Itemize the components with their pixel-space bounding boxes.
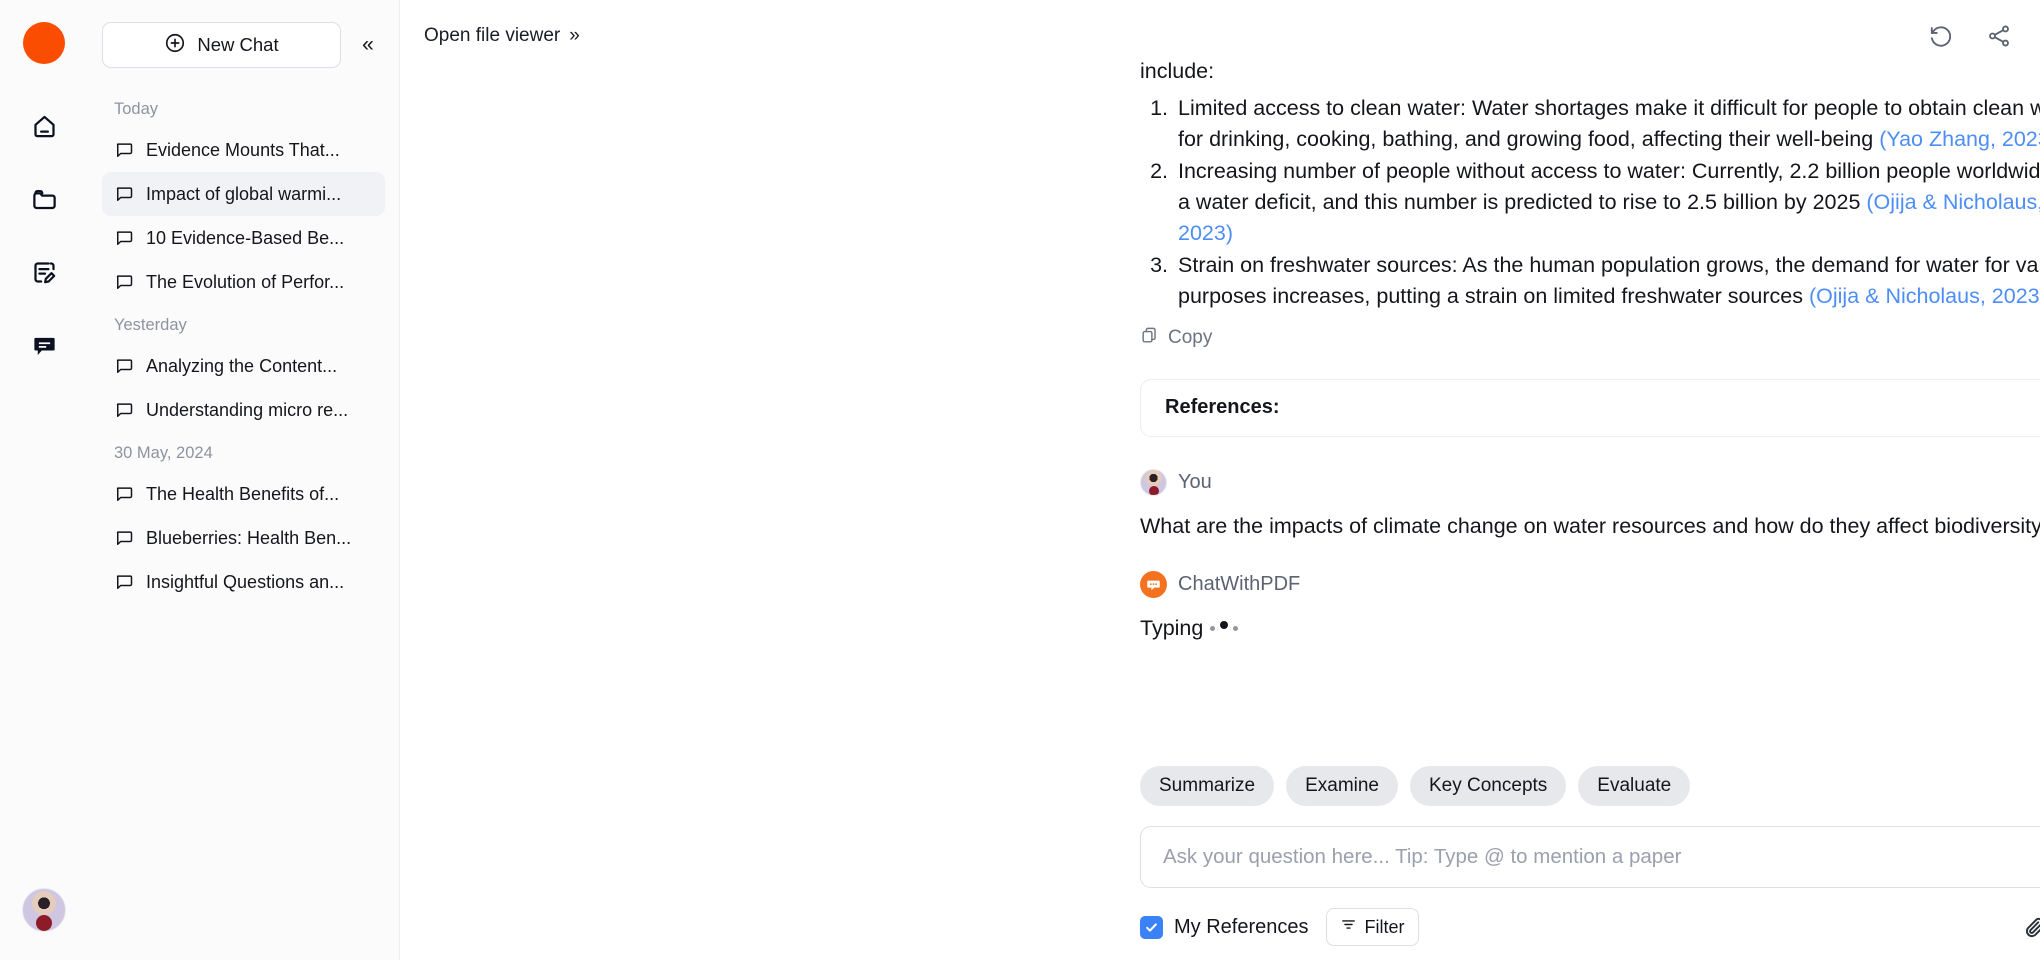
assistant-pending-header: ChatWithPDF [1140,570,2040,598]
chat-transcript: include: Limited access to clean water: … [1140,56,2040,641]
sidebar-item-label: The Health Benefits of... [146,483,340,504]
composer-options: My References Filter [1140,908,2040,946]
chatwithpdf-logo-icon [1140,570,1167,598]
rail-item-notes[interactable] [21,252,67,298]
references-accordion[interactable]: References: [1140,378,2040,437]
open-file-viewer-button[interactable]: Open file viewer » [424,25,580,47]
suggestion-chip[interactable]: Examine [1286,766,1398,806]
assistant-message-author: ChatWithPDF [1178,572,1301,595]
suggestion-chip[interactable]: Summarize [1140,766,1275,806]
chat-bubble-icon [114,228,134,248]
sidebar-item-label: 10 Evidence-Based Be... [146,227,345,248]
chat-bubble-icon [114,272,134,292]
app-root: New Chat « Today Evidence Mounts That... I… [0,0,2040,960]
citation-link[interactable]: (Ojija & Nicholaus, 2023) [1809,284,2040,308]
chat-bubble-icon [114,572,134,592]
sidebar-item-label: Evidence Mounts That... [146,139,340,160]
sidebar-header: New Chat « [102,0,385,88]
chevron-double-right-icon: » [569,25,580,46]
sidebar-item-conversation[interactable]: Impact of global warmi... [102,172,385,216]
chat-bubble-icon [114,140,134,160]
open-file-viewer-label: Open file viewer [424,25,561,46]
assistant-answer-item: Limited access to clean water: Water sho… [1174,93,2040,155]
rail-item-chat[interactable] [21,325,67,371]
question-input-wrapper[interactable] [1140,826,2040,888]
user-avatar[interactable] [22,888,66,932]
copy-button[interactable]: Copy [1140,326,2040,351]
sidebar-item-label: Insightful Questions an... [146,571,345,592]
main-panel: Open file viewer » include: 1. Limited a… [400,0,2040,960]
sidebar-group-label: Yesterday [114,316,187,334]
sidebar-item-conversation[interactable]: Understanding micro re... [102,388,385,432]
assistant-answer-list: Limited access to clean water: Water sho… [1140,93,2040,312]
chevron-double-left-icon: « [362,33,374,56]
sidebar-item-conversation[interactable]: Blueberries: Health Ben... [102,516,385,560]
question-input[interactable] [1163,845,2038,869]
chat-bubble-icon [114,400,134,420]
suggestion-chip[interactable]: Key Concepts [1410,766,1567,806]
citation-link[interactable]: (Yao Zhang, 2023) [1879,127,2040,151]
sidebar-item-conversation[interactable]: The Evolution of Perfor... [102,260,385,304]
folder-icon [31,186,58,218]
my-references-label: My References [1174,915,1309,938]
sidebar-item-conversation[interactable]: Evidence Mounts That... [102,128,385,172]
suggestion-chips: Summarize Examine Key Concepts Evaluate [1140,766,2040,806]
filter-icon [1340,916,1357,938]
typing-label: Typing [1140,615,1204,640]
new-chat-label: New Chat [197,34,279,55]
composer-actions [2022,914,2040,940]
copy-icon [1140,326,1159,351]
new-chat-button[interactable]: New Chat [102,22,341,68]
typing-indicator: Typing [1140,616,2040,641]
assistant-answer-item: Increasing number of people without acce… [1174,156,2040,249]
typing-dots-icon [1210,621,1239,635]
chat-bubble-icon [114,184,134,204]
chat-icon [31,332,58,364]
plus-circle-icon [164,32,186,59]
home-icon [31,113,58,145]
filter-label: Filter [1364,916,1405,937]
assistant-intro: include: [1140,59,1215,83]
rail-item-folder[interactable] [21,179,67,225]
assistant-message: include: Limited access to clean water: … [1140,56,2040,312]
my-references-checkbox[interactable] [1140,915,1163,939]
sidebar-item-label: Impact of global warmi... [146,183,342,204]
sidebar-item-conversation[interactable]: Insightful Questions an... [102,560,385,604]
paperclip-icon[interactable] [2022,914,2040,940]
sidebar-item-label: Blueberries: Health Ben... [146,527,352,548]
chat-bubble-icon [114,484,134,504]
icon-rail [0,0,88,960]
filter-button[interactable]: Filter [1325,908,1419,946]
sidebar-item-conversation[interactable]: Analyzing the Content... [102,344,385,388]
suggestion-chip[interactable]: Evaluate [1578,766,1691,806]
avatar [1140,468,1167,496]
history-icon[interactable] [1928,23,1954,49]
sidebar-group-label: Today [114,100,159,118]
sidebar-item-conversation[interactable]: 10 Evidence-Based Be... [102,216,385,260]
references-label: References: [1165,396,1280,419]
user-message-header: You [1140,468,2040,496]
sidebar-item-label: The Evolution of Perfor... [146,271,345,292]
copy-label: Copy [1168,327,1213,349]
topbar-actions [1928,23,2012,49]
conversation-sidebar: New Chat « Today Evidence Mounts That... I… [88,0,400,960]
assistant-answer-item: Strain on freshwater sources: As the hum… [1174,250,2040,312]
chat-bubble-icon [114,356,134,376]
rail-item-home[interactable] [21,106,67,152]
sidebar-group-list: Today Evidence Mounts That... Impact of gl… [102,88,385,604]
collapse-sidebar-button[interactable]: « [351,28,385,62]
sidebar-item-label: Analyzing the Content... [146,355,338,376]
sidebar-group-label: 30 May, 2024 [114,444,213,462]
composer: Summarize Examine Key Concepts Evaluate My … [1140,766,2040,946]
brand-logo[interactable] [23,22,65,64]
chat-bubble-icon [114,528,134,548]
user-message-author: You [1178,470,1212,493]
share-icon[interactable] [1986,23,2012,49]
sidebar-item-label: Understanding micro re... [146,399,349,420]
user-message-text: What are the impacts of climate change o… [1140,513,2040,538]
sidebar-item-conversation[interactable]: The Health Benefits of... [102,472,385,516]
document-edit-icon [31,259,58,291]
